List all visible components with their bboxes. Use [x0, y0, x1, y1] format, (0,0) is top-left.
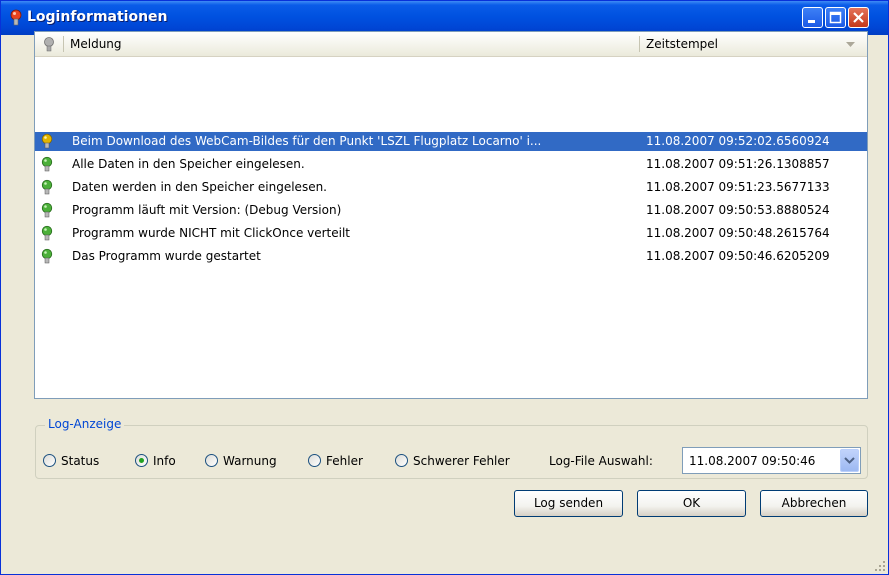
maximize-button[interactable]: [825, 7, 846, 28]
green-bulb-icon: [41, 225, 53, 241]
resize-grip-icon[interactable]: [874, 560, 886, 572]
radio-checked-dot: [139, 458, 144, 463]
timestamp-header-label: Zeitstempel: [646, 37, 719, 51]
radio-circle[interactable]: [43, 454, 56, 467]
log-file-label: Log-File Auswahl:: [549, 454, 653, 468]
sort-arrow-icon: [846, 42, 855, 47]
send-log-button[interactable]: Log senden: [514, 490, 623, 517]
bulb-icon: [10, 9, 22, 26]
cancel-button[interactable]: Abbrechen: [760, 490, 868, 517]
table-row[interactable]: Programm läuft mit Version: (Debug Versi…: [35, 201, 867, 220]
list-header: Meldung Zeitstempel: [35, 32, 867, 57]
row-message: Alle Daten in den Speicher eingelesen.: [72, 157, 305, 171]
green-bulb-icon: [41, 156, 53, 172]
row-message: Programm läuft mit Version: (Debug Versi…: [72, 203, 342, 217]
row-timestamp: 11.08.2007 09:51:23.5677133: [646, 180, 830, 194]
row-message: Beim Download des WebCam-Bildes für den …: [72, 134, 542, 148]
log-info-window: Loginformationen Meldung Zeitstempel Bei…: [0, 0, 889, 575]
title-bar[interactable]: Loginformationen: [1, 1, 888, 35]
ok-button[interactable]: OK: [637, 490, 746, 517]
radio-label: Fehler: [326, 454, 363, 468]
green-bulb-icon: [41, 179, 53, 195]
radio-label: Warnung: [223, 454, 277, 468]
green-bulb-icon: [41, 248, 53, 264]
minimize-icon: [808, 20, 815, 23]
row-timestamp: 11.08.2007 09:50:48.2615764: [646, 226, 830, 240]
close-icon: [853, 12, 864, 23]
radio-circle[interactable]: [395, 454, 408, 467]
row-timestamp: 11.08.2007 09:50:53.8880524: [646, 203, 830, 217]
radio-label: Schwerer Fehler: [413, 454, 510, 468]
radio-circle[interactable]: [308, 454, 321, 467]
log-list[interactable]: Meldung Zeitstempel Beim Download des We…: [34, 31, 868, 399]
row-message: Das Programm wurde gestartet: [72, 249, 261, 263]
status-icon: [44, 37, 54, 52]
table-row[interactable]: Beim Download des WebCam-Bildes für den …: [35, 132, 867, 151]
row-message: Programm wurde NICHT mit ClickOnce verte…: [72, 226, 351, 240]
row-timestamp: 11.08.2007 09:50:46.6205209: [646, 249, 830, 263]
row-message: Daten werden in den Speicher eingelesen.: [72, 180, 327, 194]
close-button[interactable]: [848, 7, 869, 28]
chevron-down-icon: [844, 457, 855, 464]
table-row[interactable]: Alle Daten in den Speicher eingelesen. 1…: [35, 155, 867, 174]
table-row[interactable]: Daten werden in den Speicher eingelesen.…: [35, 178, 867, 197]
dropdown-button[interactable]: [840, 449, 859, 472]
row-timestamp: 11.08.2007 09:51:26.1308857: [646, 157, 830, 171]
green-bulb-icon: [41, 202, 53, 218]
log-display-title: Log-Anzeige: [45, 417, 125, 431]
window-title: Loginformationen: [27, 9, 168, 25]
radio-circle[interactable]: [135, 454, 148, 467]
minimize-button[interactable]: [802, 7, 823, 28]
maximize-icon: [829, 11, 842, 24]
radio-label: Info: [153, 454, 176, 468]
yellow-bulb-icon: [41, 133, 53, 149]
table-row[interactable]: Das Programm wurde gestartet 11.08.2007 …: [35, 247, 867, 266]
column-header-message[interactable]: Meldung: [64, 32, 639, 56]
radio-label: Status: [61, 454, 100, 468]
log-file-select[interactable]: 11.08.2007 09:50:46: [682, 447, 861, 474]
status-column-header[interactable]: [35, 32, 63, 56]
column-header-timestamp[interactable]: Zeitstempel: [640, 32, 867, 56]
radio-circle[interactable]: [205, 454, 218, 467]
log-file-value: 11.08.2007 09:50:46: [689, 454, 816, 468]
table-row[interactable]: Programm wurde NICHT mit ClickOnce verte…: [35, 224, 867, 243]
row-timestamp: 11.08.2007 09:52:02.6560924: [646, 134, 830, 148]
